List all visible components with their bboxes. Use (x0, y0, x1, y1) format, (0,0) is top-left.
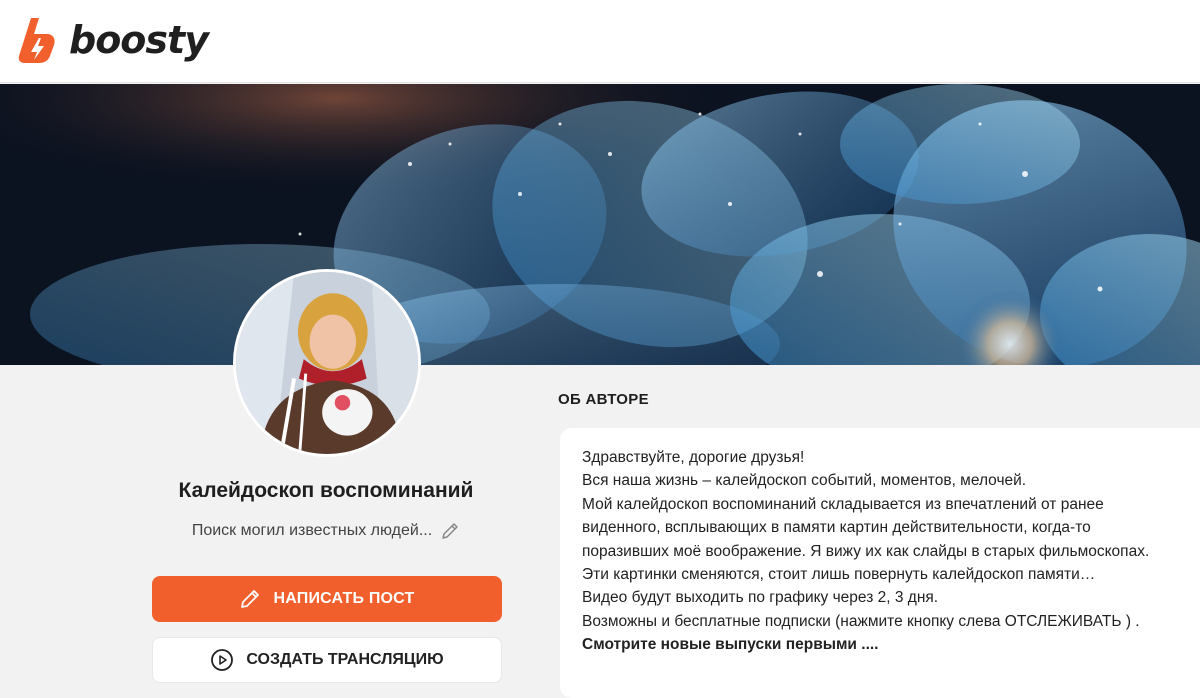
logo-text: boosty (69, 18, 209, 62)
about-line: Видео будут выходить по графику через 2,… (582, 589, 939, 607)
profile-avatar[interactable] (233, 269, 421, 457)
avatar-photo (236, 272, 418, 454)
create-stream-button[interactable]: СОЗДАТЬ ТРАНСЛЯЦИЮ (152, 637, 502, 683)
about-line: Здравствуйте, дорогие друзья! (582, 449, 805, 466)
blog-status: Поиск могил известных людей... (120, 521, 532, 541)
about-line: виденного, всплывающих в памяти картин д… (582, 519, 1091, 537)
play-circle-icon (211, 649, 234, 671)
about-line: Эти картинки сменяются, стоит лишь повер… (582, 566, 1096, 584)
about-heading: ОБ АВТОРЕ (558, 391, 649, 408)
about-line: Возможны и бесплатные подписки (нажмите … (582, 612, 1140, 630)
blog-title: Калейдоскоп воспоминаний (178, 479, 474, 502)
pencil-icon (241, 590, 260, 608)
about-line: поразивших моё воображение. Я вижу их ка… (582, 542, 1150, 560)
pencil-icon[interactable] (440, 521, 460, 541)
boosty-logo[interactable]: boosty (17, 16, 209, 64)
about-card: Здравствуйте, дорогие друзья! Вся наша ж… (560, 428, 1200, 698)
write-post-button[interactable]: НАПИСАТЬ ПОСТ (152, 576, 502, 622)
create-stream-label: СОЗДАТЬ ТРАНСЛЯЦИЮ (246, 651, 444, 668)
about-line: Вся наша жизнь – калейдоскоп событий, мо… (582, 472, 1027, 490)
about-line: Мой калейдоскоп воспоминаний складываетс… (582, 495, 1104, 513)
boosty-lightning-icon (18, 18, 55, 63)
cover-image (0, 84, 1200, 365)
about-bold-line: Смотрите новые выпуски первыми .... (582, 636, 879, 654)
write-post-label: НАПИСАТЬ ПОСТ (273, 590, 415, 607)
status-text: Поиск могил известных людей... (191, 522, 433, 539)
top-header: boosty (0, 0, 1200, 83)
